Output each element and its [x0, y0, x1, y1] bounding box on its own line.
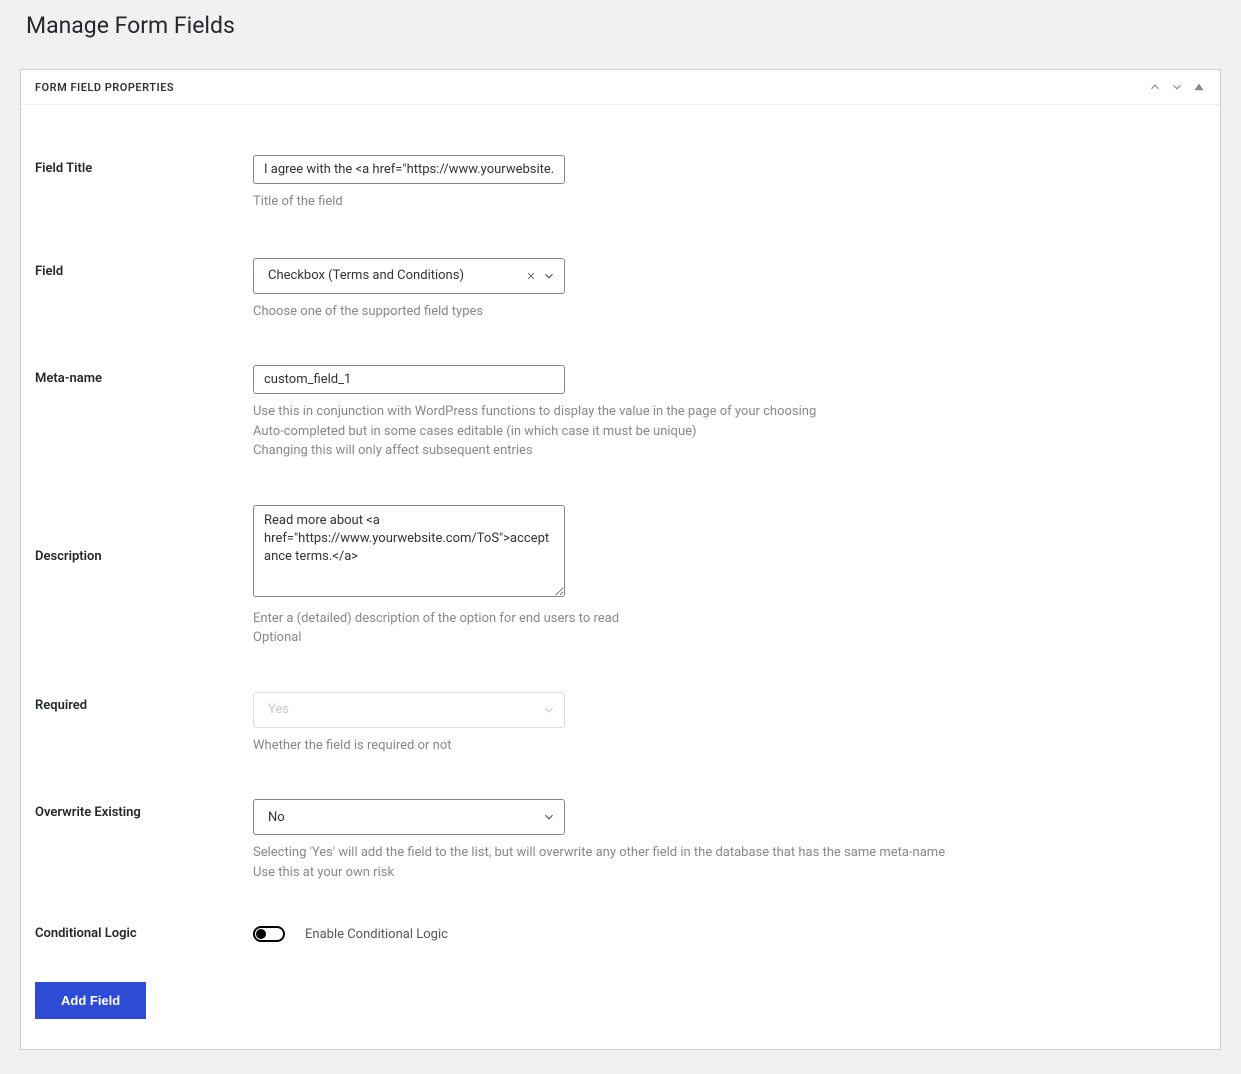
description-label: Description — [35, 505, 253, 564]
field-type-select[interactable]: Checkbox (Terms and Conditions) — [253, 258, 565, 294]
description-textarea[interactable] — [253, 505, 565, 597]
required-value: Yes — [268, 702, 289, 717]
add-field-button[interactable]: Add Field — [35, 982, 146, 1019]
field-type-value: Checkbox (Terms and Conditions) — [268, 268, 464, 283]
overwrite-value: No — [268, 810, 285, 825]
meta-name-input[interactable] — [253, 365, 565, 394]
overwrite-select[interactable]: No — [253, 799, 565, 835]
clear-icon[interactable] — [526, 271, 536, 281]
chevron-down-icon — [542, 703, 556, 717]
overwrite-helper-1: Selecting 'Yes' will add the field to th… — [253, 843, 1206, 863]
required-select: Yes — [253, 692, 565, 728]
conditional-label: Conditional Logic — [35, 926, 253, 941]
description-helper-1: Enter a (detailed) description of the op… — [253, 609, 1206, 629]
chevron-down-icon — [542, 269, 556, 283]
field-type-label: Field — [35, 258, 253, 279]
chevron-down-icon[interactable] — [1170, 80, 1184, 94]
field-type-helper: Choose one of the supported field types — [253, 302, 1206, 322]
field-title-helper: Title of the field — [253, 192, 1206, 212]
field-title-label: Field Title — [35, 155, 253, 176]
required-helper: Whether the field is required or not — [253, 736, 1206, 756]
conditional-toggle[interactable] — [253, 926, 285, 942]
description-helper-2: Optional — [253, 628, 1206, 648]
panel-header: FORM FIELD PROPERTIES — [21, 70, 1220, 105]
meta-name-helper-2: Auto-completed but in some cases editabl… — [253, 422, 1206, 442]
toggle-knob — [256, 929, 266, 939]
meta-name-helper-3: Changing this will only affect subsequen… — [253, 441, 1206, 461]
page-title: Manage Form Fields — [0, 0, 1241, 69]
panel-header-title: FORM FIELD PROPERTIES — [35, 81, 174, 94]
meta-name-helper-1: Use this in conjunction with WordPress f… — [253, 402, 1206, 422]
meta-name-label: Meta-name — [35, 365, 253, 386]
required-label: Required — [35, 692, 253, 713]
chevron-up-icon[interactable] — [1148, 80, 1162, 94]
overwrite-helper-2: Use this at your own risk — [253, 863, 1206, 883]
form-field-properties-panel: FORM FIELD PROPERTIES Field Title Title … — [20, 69, 1221, 1050]
chevron-down-icon — [542, 810, 556, 824]
triangle-up-icon[interactable] — [1192, 80, 1206, 94]
conditional-toggle-label: Enable Conditional Logic — [305, 927, 448, 942]
overwrite-label: Overwrite Existing — [35, 799, 253, 820]
field-title-input[interactable] — [253, 155, 565, 184]
